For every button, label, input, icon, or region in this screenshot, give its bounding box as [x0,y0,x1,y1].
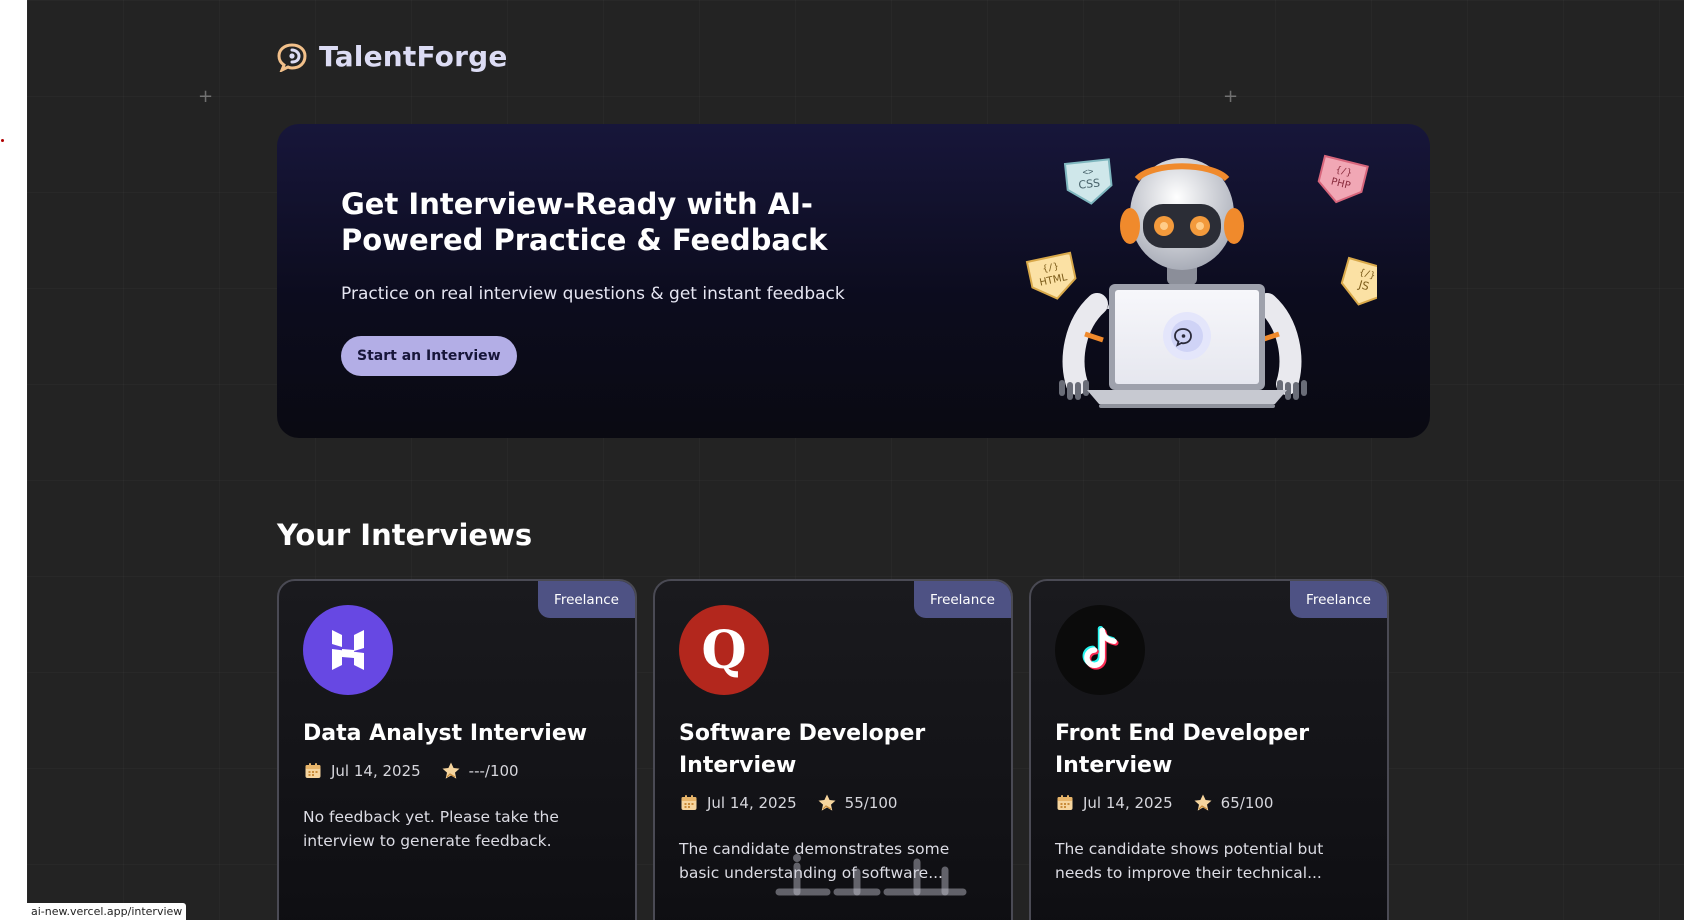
js-tag-icon: {/} JS [1340,256,1377,306]
star-icon [818,794,836,811]
page-viewport: + + TalentForge Get Interview-Ready with… [27,0,1684,920]
brand-name: TalentForge [319,40,508,73]
robot-with-laptop-illustration: <> CSS {/} PHP {/} HTML {/} JS [1025,154,1377,408]
star-icon [1194,794,1212,811]
interview-score: 65/100 [1220,794,1274,812]
interview-card[interactable]: Freelance Front End Developer Interview [1029,579,1389,920]
sparkle-icon: + [198,86,214,107]
interview-card[interactable]: Freelance Data Analyst Interview Jul 14,… [277,579,637,920]
calendar-icon [681,795,697,810]
section-title-your-interviews: Your Interviews [277,518,533,552]
interview-title: Front End Developer Interview [1055,721,1310,778]
interview-meta: Jul 14, 2025 65/100 [1055,793,1293,813]
interview-type-badge: Freelance [538,581,635,618]
php-tag-icon: {/} PHP [1317,154,1369,204]
quora-logo-letter: Q [701,619,747,681]
interview-type-badge: Freelance [914,581,1011,618]
interview-title: Data Analyst Interview [303,721,588,746]
watermark-logo [775,854,967,896]
hero-title: Get Interview-Ready with AI-Powered Prac… [341,187,828,257]
hostinger-logo-icon [303,605,393,695]
interview-feedback-summary: No feedback yet. Please take the intervi… [303,808,559,850]
hero-subtitle: Practice on real interview questions & g… [341,284,845,304]
stray-mark [1,139,4,142]
start-interview-button[interactable]: Start an Interview [341,336,517,376]
interview-date: Jul 14, 2025 [1083,794,1173,812]
hero-banner: Get Interview-Ready with AI-Powered Prac… [277,124,1430,438]
chat-bubble-logo-icon [277,42,307,72]
interview-meta: Jul 14, 2025 55/100 [679,793,917,813]
tiktok-logo-icon [1055,605,1145,695]
css-tag-label: CSS [1078,176,1101,191]
interview-title: Software Developer Interview [679,721,926,778]
quora-logo-icon: Q [679,605,769,695]
interview-score: 55/100 [844,794,898,812]
interview-score: ---/100 [468,762,519,780]
interview-date: Jul 14, 2025 [707,794,797,812]
star-icon [442,762,460,779]
status-bar-url: ai-new.vercel.app/interview [27,903,187,920]
laptop-icon [1087,284,1287,408]
interview-date: Jul 14, 2025 [331,762,421,780]
calendar-icon [305,763,321,778]
html-tag-icon: {/} HTML [1025,251,1077,300]
css-tag-icon: <> CSS [1063,158,1113,205]
interview-meta: Jul 14, 2025 ---/100 [303,761,539,781]
interview-type-badge: Freelance [1290,581,1387,618]
sparkle-icon: + [1223,86,1239,107]
brand-logo[interactable]: TalentForge [277,40,508,73]
calendar-icon [1057,795,1073,810]
interview-feedback-summary: The candidate shows potential but needs … [1055,840,1324,882]
